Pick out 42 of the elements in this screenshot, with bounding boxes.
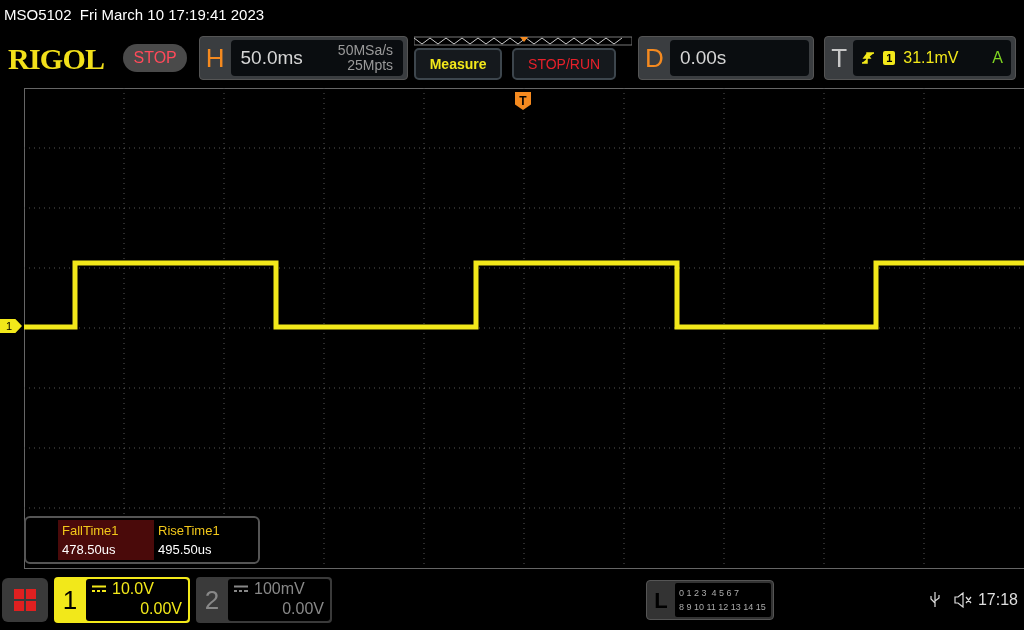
channel-offset: 0.00V — [282, 599, 324, 619]
measurement-name: RiseTime1 — [158, 521, 221, 540]
horizontal-label: H — [205, 41, 225, 75]
logic-channel-numbers: 0 1 2 3 4 5 6 7 — [678, 587, 740, 600]
trigger-panel[interactable]: T 1 31.1mV A — [824, 36, 1016, 80]
channel-scale: 100mV — [254, 579, 305, 599]
logo: RIGOL — [8, 40, 106, 77]
channel-scale: 10.0V — [112, 579, 154, 599]
run-state-badge: STOP — [123, 44, 187, 72]
channel-panel[interactable]: 1 10.0V 0.00V — [54, 577, 190, 623]
speaker-muted-icon[interactable] — [953, 592, 972, 608]
delay-panel[interactable]: D 0.00s — [638, 36, 815, 80]
toolbar-button[interactable]: Measure — [414, 48, 503, 80]
logic-channel-numbers: 8 9 10 11 12 13 14 15 — [678, 601, 767, 614]
trigger-source-badge: 1 — [883, 51, 896, 65]
clock-time: 17:18 — [977, 590, 1018, 610]
memory-depth: 25Mpts — [347, 58, 394, 73]
measurement-value: 478.50us — [62, 541, 117, 559]
trigger-level: 31.1mV — [903, 48, 959, 68]
horizontal-panel[interactable]: H 50.0ms 50MSa/s 25Mpts — [198, 36, 409, 80]
grid-menu-icon — [14, 589, 36, 611]
channel-offset: 0.00V — [140, 599, 182, 619]
measurement-value: 495.50us — [158, 541, 213, 559]
channel-number: 2 — [203, 583, 221, 617]
timebase-value: 50.0ms — [240, 45, 303, 70]
sample-rate: 50MSa/s — [337, 43, 394, 58]
delay-label: D — [645, 41, 664, 75]
toolbar-button[interactable]: STOP/RUN — [512, 48, 617, 80]
model-datetime: MSO5102 Fri March 10 17:19:41 2023 — [4, 4, 265, 25]
trigger-label: T — [831, 41, 848, 75]
channel-panel[interactable]: 2 100mV 0.00V — [196, 577, 332, 623]
channel-marker: 1 — [0, 319, 22, 333]
dc-coupling-icon — [92, 585, 106, 593]
trigger-mode: A — [992, 48, 1003, 68]
trigger-position-marker: T — [515, 92, 531, 110]
usb-icon — [929, 592, 940, 608]
measurement-cell[interactable]: FallTime1 478.50us — [58, 520, 154, 560]
menu-button[interactable] — [2, 578, 48, 622]
dc-coupling-icon — [234, 585, 248, 593]
measurement-name: FallTime1 — [62, 521, 120, 540]
channel-number: 1 — [61, 583, 79, 617]
delay-value: 0.00s — [679, 45, 727, 70]
